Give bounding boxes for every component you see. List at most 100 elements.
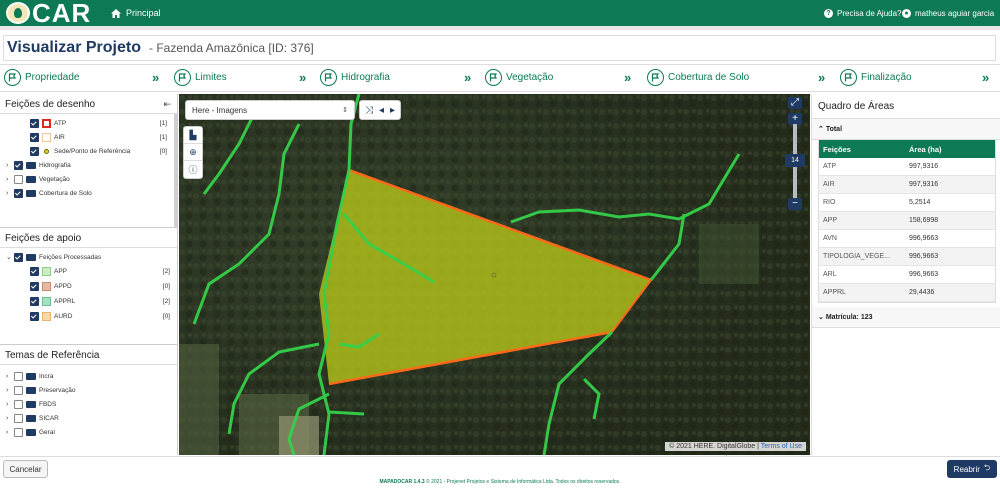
list-item[interactable]: AURD [0] [0, 309, 177, 324]
chevron-right-icon[interactable]: › [6, 415, 14, 422]
chevron-right-icon[interactable]: › [6, 176, 14, 183]
locate-icon[interactable]: ⊕ [184, 144, 202, 161]
step-finalizacao[interactable]: Finalização [840, 69, 912, 86]
checkbox[interactable] [30, 312, 39, 321]
chevron-right-icon[interactable]: › [6, 429, 14, 436]
table-row: APP 158,6998 [819, 212, 995, 230]
checkbox[interactable] [30, 297, 39, 306]
matricula-accordion-header[interactable]: ⌄ Matrícula: 123 [812, 307, 1000, 328]
air-swatch-icon [42, 132, 51, 142]
table-row: AVN 996,9663 [819, 230, 995, 248]
checkbox[interactable] [14, 385, 23, 395]
cell-area: 29,4436 [909, 289, 935, 296]
checkbox[interactable] [14, 371, 23, 381]
zoom-level[interactable]: 14 [785, 154, 805, 167]
chevron-right-icon[interactable]: › [6, 387, 14, 394]
flag-icon [485, 69, 502, 86]
left-panel: Feições de desenho ⇤ ATP [1] AIR [1] Sed… [0, 94, 178, 455]
list-item[interactable]: › Hidrografia [0, 158, 174, 172]
reopen-button[interactable]: Reabrir ⮌ [947, 460, 997, 478]
user-icon: ● [902, 8, 911, 18]
footer-copyright: © 2021 - Projenet Projetos e Sistema de … [424, 479, 621, 485]
map-viewport[interactable]: Here - Imagens ⇕ ⤨ ◂ ▸ ▙ ⊕ ⓘ ⤢ + 14 − © … [179, 94, 810, 455]
arrow-right-icon[interactable]: ▸ [390, 105, 395, 116]
area-chart-icon[interactable]: ▙ [184, 127, 202, 144]
folder-icon [26, 414, 36, 422]
nav-home-link[interactable]: Principal [111, 0, 161, 26]
fullscreen-icon[interactable]: ⤢ [788, 97, 802, 109]
shuffle-icon[interactable]: ⤨ [365, 105, 373, 116]
total-accordion-header[interactable]: ⌃ Total [812, 119, 1000, 140]
list-item[interactable]: › Preservação [0, 383, 177, 397]
cell-area: 996,9663 [909, 271, 939, 278]
support-features-header: Feições de apoio [0, 228, 177, 248]
checkbox[interactable] [14, 252, 23, 262]
user-menu[interactable]: ● matheus aguiar garcia [902, 0, 994, 26]
help-link[interactable]: ? Precisa de Ajuda? [824, 0, 902, 26]
list-item[interactable]: APPRL [2] [0, 294, 177, 309]
chevron-right-icon[interactable]: › [6, 373, 14, 380]
terms-of-use-link[interactable]: Terms of Use [761, 443, 802, 450]
step-limites[interactable]: Limites [174, 69, 227, 86]
chevron-right-icon[interactable]: › [6, 401, 14, 408]
step-label: Finalização [861, 72, 912, 83]
app-swatch-icon [42, 267, 51, 276]
list-item[interactable]: › SICAR [0, 411, 177, 425]
cell-feature: ATP [823, 163, 837, 170]
list-item[interactable]: APPD [0] [0, 279, 177, 294]
list-item[interactable]: ATP [1] [0, 116, 174, 130]
chevron-right-icon[interactable]: › [6, 190, 14, 197]
checkbox[interactable] [14, 399, 23, 409]
item-label: APP [54, 268, 68, 275]
group-label: Vegetação [39, 175, 70, 183]
table-row: APPRL 29,4436 [819, 284, 995, 302]
list-item[interactable]: › Incra [0, 369, 177, 383]
checkbox[interactable] [30, 132, 39, 142]
chevron-down-icon[interactable]: ⌄ [6, 253, 14, 261]
list-item[interactable]: APP [2] [0, 264, 177, 279]
checkbox[interactable] [30, 267, 39, 276]
checkbox[interactable] [14, 188, 23, 198]
checkbox[interactable] [14, 160, 23, 170]
zoom-out-button[interactable]: − [788, 198, 802, 210]
basemap-select[interactable]: Here - Imagens ⇕ [185, 100, 355, 120]
item-label: AURD [54, 313, 73, 320]
step-propriedade[interactable]: Propriedade [4, 69, 79, 86]
cancel-button[interactable]: Cancelar [3, 460, 48, 478]
checkbox[interactable] [30, 118, 39, 128]
folder-icon [26, 386, 36, 394]
cell-feature: RIO [823, 199, 836, 206]
checkbox[interactable] [14, 174, 23, 184]
basemap-select-value: Here - Imagens [192, 105, 248, 115]
list-item[interactable]: AIR [1] [0, 130, 174, 144]
list-item[interactable]: Sede/Ponto de Referência [0] [0, 144, 174, 158]
zoom-control: ⤢ + 14 − [785, 94, 807, 214]
support-features-title: Feições de apoio [5, 233, 82, 244]
list-item[interactable]: › Geral [0, 425, 177, 439]
list-item[interactable]: › FBDS [0, 397, 177, 411]
table-row: ATP 997,9316 [819, 158, 995, 176]
step-hidrografia[interactable]: Hidrografia [320, 69, 390, 86]
list-item[interactable]: › Vegetação [0, 172, 174, 186]
chevron-right-icon[interactable]: › [6, 162, 14, 169]
checkbox[interactable] [14, 413, 23, 423]
info-icon[interactable]: ⓘ [184, 161, 202, 178]
home-icon [111, 8, 121, 18]
collapse-panel-icon[interactable]: ⇤ [163, 99, 171, 110]
group-label: Hidrografia [39, 161, 71, 169]
checkbox[interactable] [30, 282, 39, 291]
col-area-header: Área (ha) [909, 144, 942, 154]
aurd-swatch-icon [42, 312, 51, 321]
item-count: [1] [159, 133, 167, 141]
logo-icon [6, 2, 30, 24]
step-cobertura-solo[interactable]: Cobertura de Solo [647, 69, 749, 86]
folder-icon [26, 372, 36, 380]
list-item[interactable]: ⌄ Feições Processadas [0, 250, 177, 264]
list-item[interactable]: › Cobertura de Solo [0, 186, 174, 200]
step-vegetacao[interactable]: Vegetação [485, 69, 553, 86]
checkbox[interactable] [30, 146, 39, 156]
flag-icon [320, 69, 337, 86]
checkbox[interactable] [14, 427, 23, 437]
arrow-left-icon[interactable]: ◂ [379, 105, 384, 116]
car-logo[interactable]: CAR [6, 0, 91, 26]
